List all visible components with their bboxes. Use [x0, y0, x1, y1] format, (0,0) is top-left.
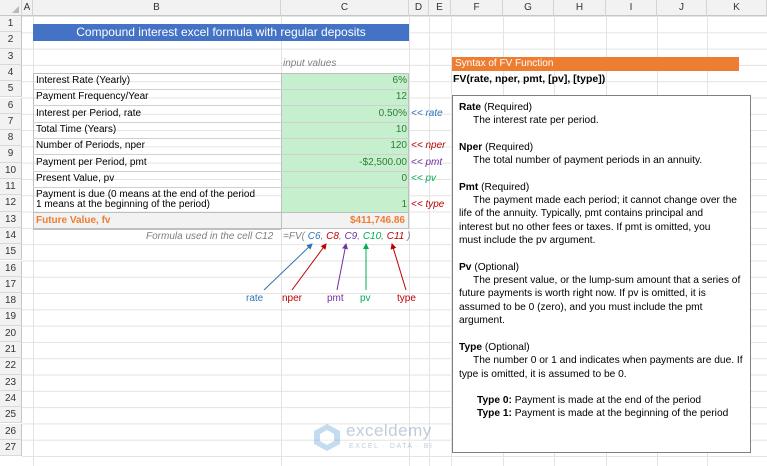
fv-help-textbox[interactable]: Rate (Required) The interest rate per pe…	[452, 95, 751, 453]
arrow-nper	[291, 243, 327, 291]
help-nper-desc: The total number of payment periods in a…	[473, 155, 703, 167]
help-type-tag: (Optional)	[484, 341, 530, 353]
arrow-label-pmt: pmt	[327, 293, 344, 304]
help-type1-label: Type 1:	[477, 408, 512, 420]
help-type1-text: Payment is made at the beginning of the …	[514, 408, 729, 420]
help-nper-tag: (Required)	[485, 141, 534, 153]
help-type0-label: Type 0:	[477, 394, 512, 406]
help-pv-tag: (Optional)	[474, 261, 520, 273]
help-pmt-tag: (Required)	[481, 181, 530, 193]
help-nper-title: Nper	[459, 141, 483, 153]
help-type-desc-2: type is omitted, it is assumed to be 0.	[459, 368, 627, 380]
watermark-name: exceldemy	[346, 421, 432, 440]
help-rate-tag: (Required)	[483, 102, 533, 113]
arrow-label-nper: nper	[282, 293, 303, 304]
help-pv-title: Pv	[459, 261, 472, 273]
help-type0-text: Payment is made at the end of the period	[514, 394, 702, 406]
help-type-desc-1: The number 0 or 1 and indicates when pay…	[473, 355, 743, 367]
help-pmt-desc-4: must include the pv argument.	[459, 235, 596, 247]
exceldemy-watermark: exceldemy EXCEL · DATA · BI	[312, 418, 472, 458]
help-pv-desc-4: argument.	[459, 315, 505, 327]
help-pmt-desc-1: The payment made each period; it cannot …	[473, 195, 737, 207]
arrow-type	[390, 243, 407, 291]
arrow-pmt	[336, 243, 348, 291]
arrow-rate	[263, 243, 313, 291]
help-rate-title: Rate	[459, 102, 482, 113]
syntax-heading: Syntax of FV Function	[452, 57, 739, 71]
arrow-label-type: type	[397, 293, 416, 304]
help-type-title: Type	[459, 341, 483, 353]
watermark-tagline: EXCEL · DATA · BI	[349, 443, 434, 450]
arrow-label-pv: pv	[360, 293, 371, 304]
spreadsheet: A B C D E F G H I J K 1 2 3 4 5 6 7 8 9 10 11 12 13 1…	[0, 0, 767, 466]
help-pv-desc-3: assumed to be 0 (zero), and you must inc…	[459, 301, 703, 313]
help-pv-desc-1: The present value, or the lump-sum amoun…	[473, 275, 741, 287]
help-pmt-title: Pmt	[459, 181, 479, 193]
arrow-label-rate: rate	[246, 293, 264, 304]
syntax-signature: FV(rate, nper, pmt, [pv], [type])	[453, 73, 606, 85]
exceldemy-logo-icon	[314, 424, 340, 451]
help-pv-desc-2: future payments is worth right now. If p…	[459, 288, 706, 300]
help-pmt-desc-3: interest but no other fees or taxes. If …	[459, 221, 711, 233]
help-pmt-desc-2: life of the annuity. Typically, pmt cont…	[459, 208, 704, 220]
help-rate-desc: The interest rate per period.	[473, 115, 599, 127]
